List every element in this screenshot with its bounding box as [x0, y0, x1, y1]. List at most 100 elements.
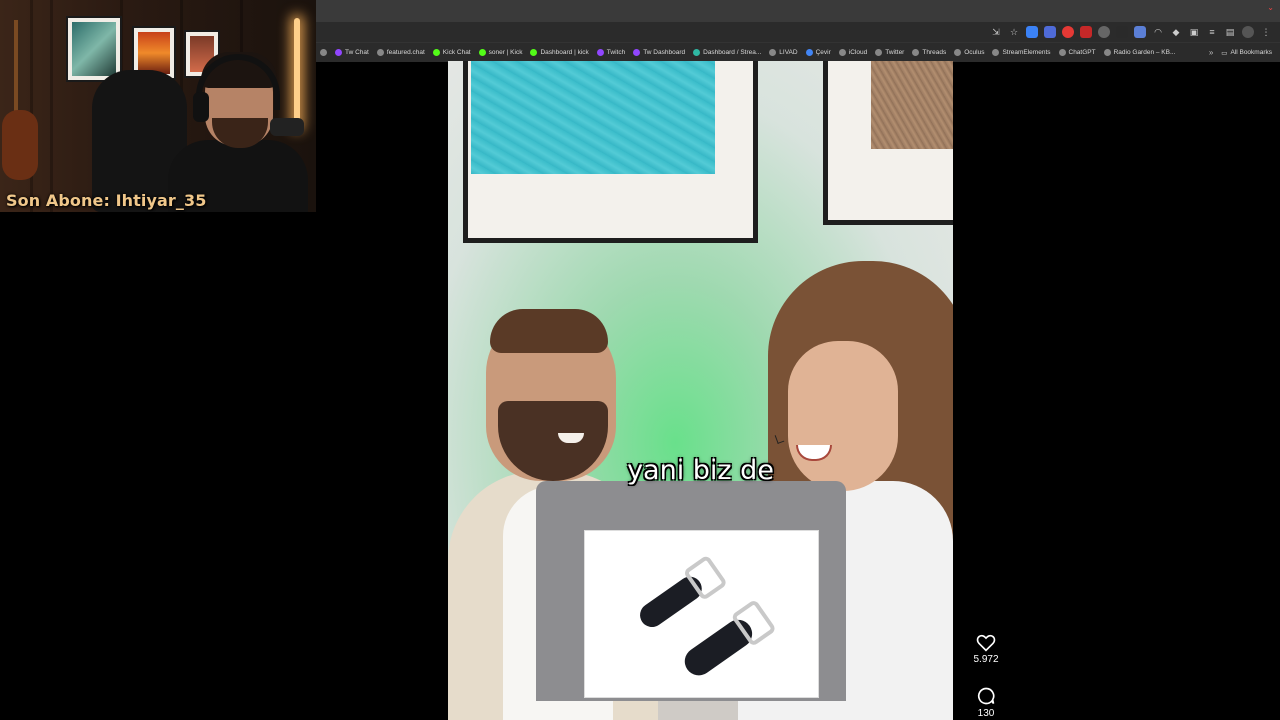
comment-icon	[977, 687, 995, 705]
bookmark-item[interactable]: Radio Garden – KB...	[1100, 44, 1180, 61]
bookmark-label: Dashboard / Strea...	[703, 49, 762, 56]
garter-clips-illustration	[640, 556, 775, 676]
guitar-body	[2, 110, 38, 180]
last-subscriber-label: Son Abone: Ihtiyar_35	[6, 191, 207, 210]
video-player[interactable]: yani biz de	[448, 61, 953, 720]
sidebar-icon[interactable]: ▤	[1224, 26, 1236, 38]
bookmark-label: Kick Chat	[442, 49, 471, 56]
address-bar[interactable]	[320, 24, 980, 40]
bookmark-item[interactable]: Oculus	[950, 44, 988, 61]
profile-avatar[interactable]	[1242, 26, 1254, 38]
bookmark-item[interactable]: Dashboard / Strea...	[689, 44, 765, 61]
bookmark-favicon-icon	[954, 49, 962, 56]
bookmark-label: featured.chat	[386, 49, 425, 56]
extension-icons: ⇲ ☆ ◠ ◆ ▣ ≡ ▤ ⋮	[990, 26, 1272, 38]
bookmark-favicon-icon	[1058, 49, 1066, 56]
bookmark-label: Dashboard | kick	[540, 49, 589, 56]
bookmark-item[interactable]: LIVAD	[765, 44, 801, 61]
bookmark-favicon-icon	[875, 49, 883, 56]
bookmark-item[interactable]: Twitter	[871, 44, 908, 61]
chevron-down-icon[interactable]: ⌄	[1267, 3, 1274, 12]
bookmark-label: LIVAD	[779, 49, 798, 56]
bookmark-favicon-icon	[769, 49, 777, 56]
extension-icon[interactable]	[1134, 26, 1146, 38]
browser-toolbar: ⇲ ☆ ◠ ◆ ▣ ≡ ▤ ⋮	[316, 22, 1280, 42]
bookmark-favicon-icon	[1103, 49, 1111, 56]
bookmark-favicon-icon	[478, 49, 486, 56]
bookmark-favicon-icon	[805, 49, 813, 56]
bookmark-item[interactable]: iCloud	[835, 44, 871, 61]
bookmark-item[interactable]: Kick Chat	[429, 44, 475, 61]
microphone	[270, 118, 304, 136]
bookmark-item[interactable]: Twitch	[593, 44, 629, 61]
bookmark-label: Twitch	[606, 49, 626, 56]
bookmark-favicon-icon	[838, 49, 846, 56]
bookmark-label: soner | Kick	[488, 49, 523, 56]
extension-icon[interactable]	[1044, 26, 1056, 38]
bookmark-label: Twitter	[885, 49, 905, 56]
wall-picture	[66, 16, 122, 82]
bookmark-item[interactable]: featured.chat	[373, 44, 429, 61]
comment-button[interactable]: 130	[966, 686, 1006, 719]
guitar	[14, 20, 18, 120]
star-icon[interactable]: ☆	[1008, 26, 1020, 38]
extension-icon[interactable]	[1026, 26, 1038, 38]
bookmark-favicon-icon	[376, 49, 384, 56]
media-icon[interactable]: ≡	[1206, 26, 1218, 38]
install-icon[interactable]: ⇲	[990, 26, 1002, 38]
menu-icon[interactable]: ⋮	[1260, 26, 1272, 38]
bookmark-item[interactable]: Çevir	[802, 44, 835, 61]
bookmark-item[interactable]: Tw Chat	[331, 44, 373, 61]
bookmark-label: Çevir	[815, 49, 831, 56]
wall-picture-sand	[823, 61, 953, 225]
bookmark-item[interactable]: soner | Kick	[475, 44, 527, 61]
extension-icon[interactable]: ◠	[1152, 26, 1164, 38]
bookmark-label: Tw Chat	[345, 49, 369, 56]
man-hair	[490, 309, 608, 353]
like-button[interactable]: 5.972	[966, 634, 1006, 665]
bookmark-label: Radio Garden – KB...	[1113, 49, 1176, 56]
comment-count: 130	[977, 708, 995, 719]
bookmark-label: Tw Dashboard	[643, 49, 686, 56]
bookmarks-bar: Tw Chat featured.chat Kick Chat soner | Kic…	[316, 42, 1280, 62]
extension-icon[interactable]	[1062, 26, 1074, 38]
bookmark-label: Threads	[922, 49, 947, 56]
heart-icon	[976, 634, 996, 652]
screen: ⌄ ⇲ ☆ ◠ ◆ ▣ ≡ ▤ ⋮ Tw Chat featured.chat Ki…	[0, 0, 1280, 720]
headphone-cup	[193, 92, 209, 122]
all-bookmarks-label: All Bookmarks	[1230, 49, 1272, 56]
bookmark-favicon-icon	[432, 49, 440, 56]
bookmark-item[interactable]: Threads	[908, 44, 950, 61]
like-count: 5.972	[973, 654, 999, 665]
video-caption: yani biz de	[627, 455, 774, 486]
extension-icon[interactable]	[1116, 26, 1128, 38]
bookmark-item[interactable]: ChatGPT	[1055, 44, 1100, 61]
wall-picture-pool	[463, 61, 758, 243]
bookmark-item[interactable]: Tw Dashboard	[629, 44, 689, 61]
shield-icon[interactable]: ◆	[1170, 26, 1182, 38]
webcam-overlay: Son Abone: Ihtiyar_35	[0, 0, 316, 212]
bookmark-favicon-icon	[992, 49, 1000, 56]
extension-icon[interactable]	[1080, 26, 1092, 38]
bookmark-favicon-icon	[693, 49, 701, 56]
bookmark-label: ChatGPT	[1068, 49, 1096, 56]
bookmarks-overflow-button[interactable]: »	[1201, 48, 1221, 57]
neon-light	[294, 18, 300, 128]
bookmark-item[interactable]: Dashboard | kick	[526, 44, 592, 61]
product-image-overlay	[584, 530, 819, 698]
bookmark-partial[interactable]	[316, 44, 331, 61]
browser-tab-strip: ⌄	[316, 0, 1280, 22]
bookmark-favicon-icon	[633, 49, 641, 56]
puzzle-icon[interactable]: ▣	[1188, 26, 1200, 38]
bookmark-item[interactable]: StreamElements	[988, 44, 1054, 61]
folder-icon: ▭	[1221, 49, 1228, 57]
bookmark-label: StreamElements	[1002, 49, 1051, 56]
all-bookmarks-button[interactable]: ▭ All Bookmarks	[1221, 49, 1280, 57]
extension-icon[interactable]	[1098, 26, 1110, 38]
bookmark-favicon-icon	[912, 49, 920, 56]
bookmark-favicon-icon	[530, 49, 538, 56]
bookmark-favicon-icon	[596, 49, 604, 56]
bookmark-favicon-icon	[335, 49, 342, 56]
bookmark-label: Oculus	[964, 49, 985, 56]
bookmark-label: iCloud	[848, 49, 868, 56]
